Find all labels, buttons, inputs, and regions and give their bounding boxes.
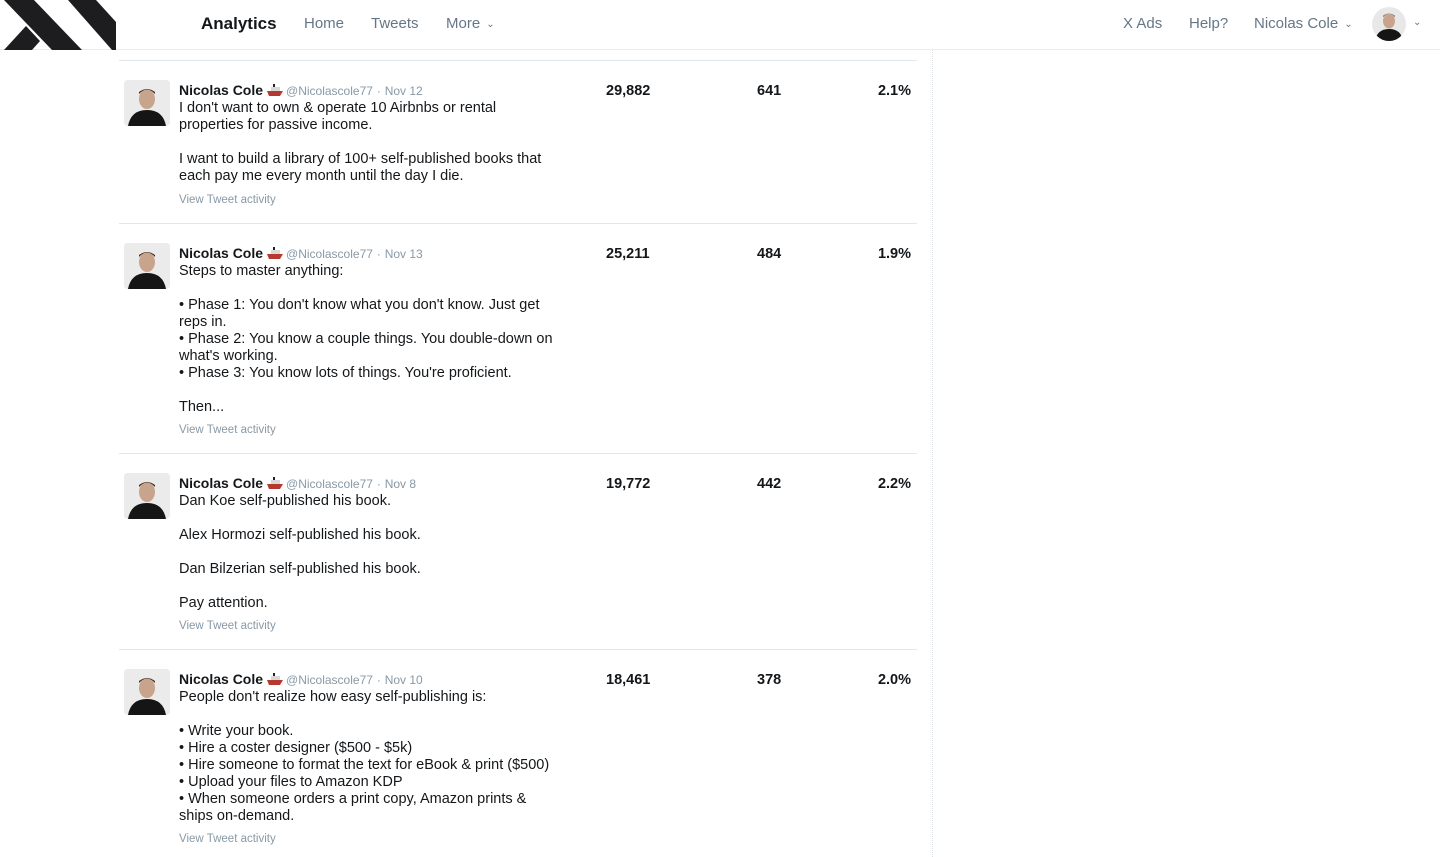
author-name[interactable]: Nicolas Cole [179, 245, 263, 261]
view-tweet-activity-link[interactable]: View Tweet activity [179, 423, 276, 437]
avatar [124, 669, 170, 715]
tweet-line: Then... [179, 399, 225, 415]
avatar [124, 473, 170, 519]
impressions-value: 29,882 [606, 83, 651, 99]
tweet-line: • Phase 2: You know a couple things. You… [179, 331, 553, 347]
nav-x-ads[interactable]: X Ads [1123, 15, 1162, 33]
view-tweet-activity-link[interactable]: View Tweet activity [179, 619, 276, 633]
nav-help[interactable]: Help? [1189, 15, 1228, 33]
tweet-date[interactable]: Nov 13 [385, 247, 423, 261]
tweet-line: • Hire a coster designer ($500 - $5k) [179, 740, 413, 756]
nav-home[interactable]: Home [304, 15, 344, 33]
tweet-line: Steps to master anything: [179, 263, 344, 279]
tweet-line: People don't realize how easy self-publi… [179, 689, 487, 705]
tweet-line: what's working. [179, 348, 278, 364]
tweet-line [179, 578, 559, 595]
tweet-date[interactable]: Nov 8 [385, 477, 416, 491]
tweet-header: Nicolas Cole @Nicolascole77 · Nov 13 [179, 244, 423, 263]
author-name[interactable]: Nicolas Cole [179, 475, 263, 491]
table-row[interactable]: Nicolas Cole @Nicolascole77 · Nov 13 Step… [119, 223, 917, 453]
engagement-rate-value: 2.0% [877, 672, 911, 688]
tweet-line: • Write your book. [179, 723, 294, 739]
ship-emoji-icon [267, 82, 284, 96]
table-row[interactable]: Nicolas Cole @Nicolascole77 · Nov 12 I do… [119, 60, 917, 223]
ship-emoji-icon [267, 245, 284, 259]
tweet-line: • Phase 1: You don't know what you don't… [179, 297, 540, 313]
engagements-value: 378 [757, 672, 782, 688]
engagement-rate-value: 2.1% [877, 83, 911, 99]
author-handle[interactable]: @Nicolascole77 [286, 477, 373, 491]
avatar [124, 80, 170, 126]
engagements-value: 484 [757, 246, 782, 262]
table-row[interactable]: Nicolas Cole @Nicolascole77 · Nov 8 Dan K… [119, 453, 917, 649]
tweet-text: I don't want to own & operate 10 Airbnbs… [179, 100, 559, 185]
view-tweet-activity-link[interactable]: View Tweet activity [179, 193, 276, 207]
chevron-down-icon[interactable]: ⌄ [1413, 17, 1421, 28]
tweet-line: Dan Bilzerian self-published his book. [179, 561, 421, 577]
engagement-rate-value: 1.9% [877, 246, 911, 262]
tweet-line: each pay me every month until the day I … [179, 168, 464, 184]
ship-emoji-icon [267, 671, 284, 685]
ship-emoji-icon [267, 475, 284, 489]
x-logo-icon[interactable] [4, 0, 116, 50]
table-row[interactable]: Nicolas Cole @Nicolascole77 · Nov 10 Peop… [119, 649, 917, 857]
view-tweet-activity-link[interactable]: View Tweet activity [179, 832, 276, 846]
engagement-rate-value: 2.2% [877, 476, 911, 492]
author-name[interactable]: Nicolas Cole [179, 82, 263, 98]
user-name: Nicolas Cole [1254, 15, 1339, 32]
nav-tweets[interactable]: Tweets [371, 15, 419, 33]
tweet-date[interactable]: Nov 10 [385, 673, 423, 687]
tweet-line [179, 134, 559, 151]
page-title[interactable]: Analytics [201, 13, 277, 35]
column-divider [932, 50, 933, 857]
nav-more-label: More [446, 15, 481, 32]
tweet-line: I want to build a library of 100+ self-p… [179, 151, 542, 167]
tweet-line: Alex Hormozi self-published his book. [179, 527, 421, 543]
author-name[interactable]: Nicolas Cole [179, 671, 263, 687]
tweet-text: People don't realize how easy self-publi… [179, 689, 579, 825]
tweet-header: Nicolas Cole @Nicolascole77 · Nov 10 [179, 670, 423, 689]
engagements-value: 442 [757, 476, 782, 492]
tweet-header: Nicolas Cole @Nicolascole77 · Nov 8 [179, 474, 416, 493]
impressions-value: 18,461 [606, 672, 651, 688]
impressions-value: 19,772 [606, 476, 651, 492]
tweet-text: Steps to master anything: • Phase 1: You… [179, 263, 569, 416]
author-handle[interactable]: @Nicolascole77 [286, 247, 373, 261]
tweet-line [179, 280, 569, 297]
tweet-date[interactable]: Nov 12 [385, 84, 423, 98]
top-nav: Analytics Home Tweets More ⌄ X Ads Help? … [0, 0, 1440, 50]
tweet-text: Dan Koe self-published his book. Alex Ho… [179, 493, 559, 612]
tweet-line: I don't want to own & operate 10 Airbnbs… [179, 100, 497, 116]
impressions-value: 25,211 [606, 246, 650, 262]
tweet-line [179, 382, 569, 399]
tweet-line [179, 706, 579, 723]
chevron-down-icon: ⌄ [486, 19, 495, 30]
author-handle[interactable]: @Nicolascole77 [286, 673, 373, 687]
tweet-line [179, 544, 559, 561]
tweet-line: • When someone orders a print copy, Amaz… [179, 791, 527, 807]
user-menu[interactable]: Nicolas Cole ⌄ [1254, 15, 1353, 35]
separator: · [376, 247, 381, 261]
tweet-header: Nicolas Cole @Nicolascole77 · Nov 12 [179, 81, 423, 100]
tweet-list: Nicolas Cole @Nicolascole77 · Nov 12 I do… [119, 50, 917, 857]
chevron-down-icon: ⌄ [1344, 19, 1353, 30]
tweet-line: • Hire someone to format the text for eB… [179, 757, 550, 773]
tweet-line: • Phase 3: You know lots of things. You'… [179, 365, 512, 381]
separator: · [376, 477, 381, 491]
tweet-line [179, 510, 559, 527]
engagements-value: 641 [757, 83, 782, 99]
tweet-line: • Upload your files to Amazon KDP [179, 774, 403, 790]
tweet-line: Pay attention. [179, 595, 268, 611]
tweet-line: Dan Koe self-published his book. [179, 493, 391, 509]
tweet-line: reps in. [179, 314, 227, 330]
separator: · [376, 673, 381, 687]
tweet-line: ships on-demand. [179, 808, 295, 824]
author-handle[interactable]: @Nicolascole77 [286, 84, 373, 98]
avatar [124, 243, 170, 289]
nav-more[interactable]: More ⌄ [446, 15, 495, 35]
avatar[interactable] [1372, 7, 1406, 41]
separator: · [376, 84, 381, 98]
tweet-line: properties for passive income. [179, 117, 373, 133]
